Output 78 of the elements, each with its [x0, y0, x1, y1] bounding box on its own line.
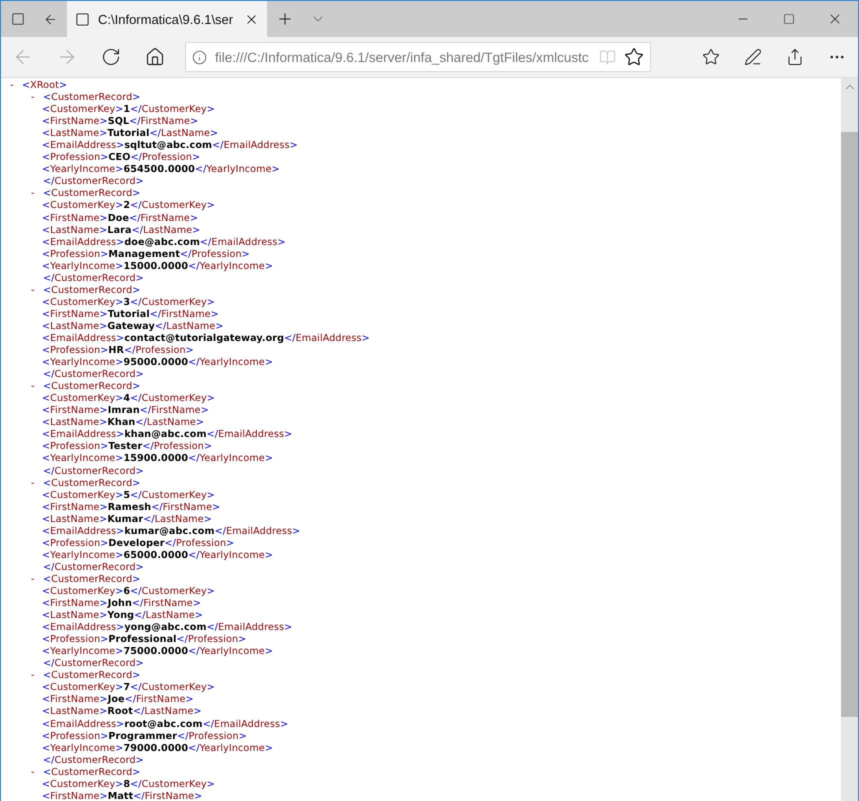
collapse-toggle[interactable]: -: [10, 80, 22, 92]
xml-line: <CustomerKey>1</CustomerKey>: [42, 104, 215, 116]
collapse-toggle[interactable]: -: [31, 478, 43, 490]
scrollbar[interactable]: [841, 78, 858, 801]
collapse-toggle[interactable]: -: [31, 670, 43, 682]
xml-line: </CustomerRecord>: [43, 369, 144, 382]
xml-line: <YearlyIncome>15000.0000</YearlyIncome>: [42, 260, 273, 273]
xml-line: <CustomerKey>7</CustomerKey>: [42, 682, 215, 694]
xml-line: <EmailAddress>root@abc.com</EmailAddress>: [42, 718, 288, 730]
xml-line: <CustomerRecord>: [43, 92, 140, 104]
xml-line: <CustomerRecord>: [43, 188, 140, 200]
xml-line: <CustomerKey>8</CustomerKey>: [42, 778, 215, 791]
xml-line: </CustomerRecord>: [43, 562, 144, 574]
browser-tab[interactable]: C:\Informatica\9.6.1\ser: [67, 1, 267, 37]
tab-title: C:\Informatica\9.6.1\ser: [98, 12, 234, 26]
collapse-toggle[interactable]: -: [31, 381, 43, 394]
xml-line: <Profession>Tester</Profession>: [42, 441, 212, 454]
xml-line: <YearlyIncome>95000.0000</YearlyIncome>: [42, 357, 273, 370]
xml-line: <CustomerRecord>: [43, 574, 140, 586]
xml-line: <YearlyIncome>75000.0000</YearlyIncome>: [42, 646, 273, 658]
xml-line: <YearlyIncome>79000.0000</YearlyIncome>: [42, 742, 273, 755]
xml-line: </CustomerRecord>: [43, 754, 144, 767]
xml-line: </CustomerRecord>: [43, 176, 144, 188]
xml-line: <LastName>Gateway</LastName>: [42, 320, 224, 333]
xml-line: <CustomerKey>3</CustomerKey>: [42, 296, 215, 309]
xml-line: <LastName>Tutorial</LastName>: [42, 128, 218, 140]
xml-line: <FirstName>Tutorial</FirstName>: [42, 308, 219, 321]
xml-line: <EmailAddress>contact@tutorialgateway.org</EmailAddress>: [42, 333, 370, 345]
xml-line: <Profession>Developer</Profession>: [42, 538, 234, 550]
xml-line: <FirstName>Doe</FirstName>: [42, 212, 198, 225]
xml-line: <Profession>Professional</Profession>: [42, 634, 246, 646]
xml-line: <FirstName>SQL</FirstName>: [42, 116, 198, 128]
xml-line: <YearlyIncome>65000.0000</YearlyIncome>: [42, 550, 273, 562]
xml-line: <LastName>Kumar</LastName>: [42, 514, 212, 526]
xml-line: <CustomerKey>4</CustomerKey>: [42, 393, 215, 406]
xml-line: <EmailAddress>sqltut@abc.com</EmailAddress>: [42, 140, 298, 152]
xml-line: <EmailAddress>doe@abc.com</EmailAddress>: [42, 236, 286, 249]
xml-line: </CustomerRecord>: [43, 272, 144, 285]
xml-line: <CustomerKey>2</CustomerKey>: [42, 200, 215, 212]
xml-line: <FirstName>Joe</FirstName>: [42, 694, 194, 706]
xml-line: </CustomerRecord>: [43, 466, 144, 478]
xml-line: <LastName>Lara</LastName>: [42, 224, 200, 237]
page-icon: [75, 12, 90, 26]
xml-line: <Profession>CEO</Profession>: [42, 152, 200, 164]
book-icon[interactable]: [599, 48, 616, 66]
collapse-toggle[interactable]: -: [31, 766, 43, 779]
xml-line: <EmailAddress>khan@abc.com</EmailAddress>: [42, 429, 292, 442]
xml-line: <LastName>Root</LastName>: [42, 706, 202, 718]
xml-line: <CustomerRecord>: [43, 284, 140, 297]
xml-line: <Profession>HR</Profession>: [42, 345, 194, 358]
url-text: file:///C:/Informatica/9.6.1/server/infa_shared/TgtFiles/xmlcustc: [215, 50, 590, 64]
address-field[interactable]: file:///C:/Informatica/9.6.1/server/infa_shared/TgtFiles/xmlcustc: [185, 42, 651, 72]
xml-line: <YearlyIncome>654500.0000</YearlyIncome>: [42, 164, 280, 176]
xml-line: <Profession>Programmer</Profession>: [42, 730, 247, 743]
xml-line: <CustomerKey>5</CustomerKey>: [42, 490, 215, 502]
collapse-toggle[interactable]: -: [31, 92, 43, 104]
xml-line: <FirstName>Ramesh</FirstName>: [42, 502, 220, 514]
collapse-toggle[interactable]: -: [31, 188, 43, 200]
xml-line: <EmailAddress>kumar@abc.com</EmailAddress>: [42, 526, 300, 538]
xml-line: <CustomerRecord>: [43, 766, 140, 779]
xml-line: <CustomerRecord>: [43, 381, 140, 394]
xml-line: <YearlyIncome>15900.0000</YearlyIncome>: [42, 453, 273, 466]
star-icon[interactable]: [624, 47, 644, 67]
xml-line: <CustomerRecord>: [43, 670, 140, 682]
xml-line: <EmailAddress>yong@abc.com</EmailAddress>: [42, 622, 292, 634]
xml-line: <FirstName>Matt</FirstName>: [42, 790, 202, 801]
xml-line: <FirstName>Imran</FirstName>: [42, 405, 209, 418]
xml-line: <CustomerKey>6</CustomerKey>: [42, 586, 215, 598]
collapse-toggle[interactable]: -: [31, 574, 43, 586]
xml-line: <LastName>Yong</LastName>: [42, 610, 203, 622]
xml-line: <LastName>Khan</LastName>: [42, 417, 204, 430]
info-icon[interactable]: [192, 50, 207, 64]
xml-line: <CustomerRecord>: [43, 478, 140, 490]
collapse-toggle[interactable]: -: [31, 284, 43, 297]
xml-line: <XRoot>: [22, 80, 68, 92]
xml-line: <Profession>Management</Profession>: [42, 248, 250, 261]
xml-line: <FirstName>John</FirstName>: [42, 598, 201, 610]
xml-line: </CustomerRecord>: [43, 658, 144, 670]
